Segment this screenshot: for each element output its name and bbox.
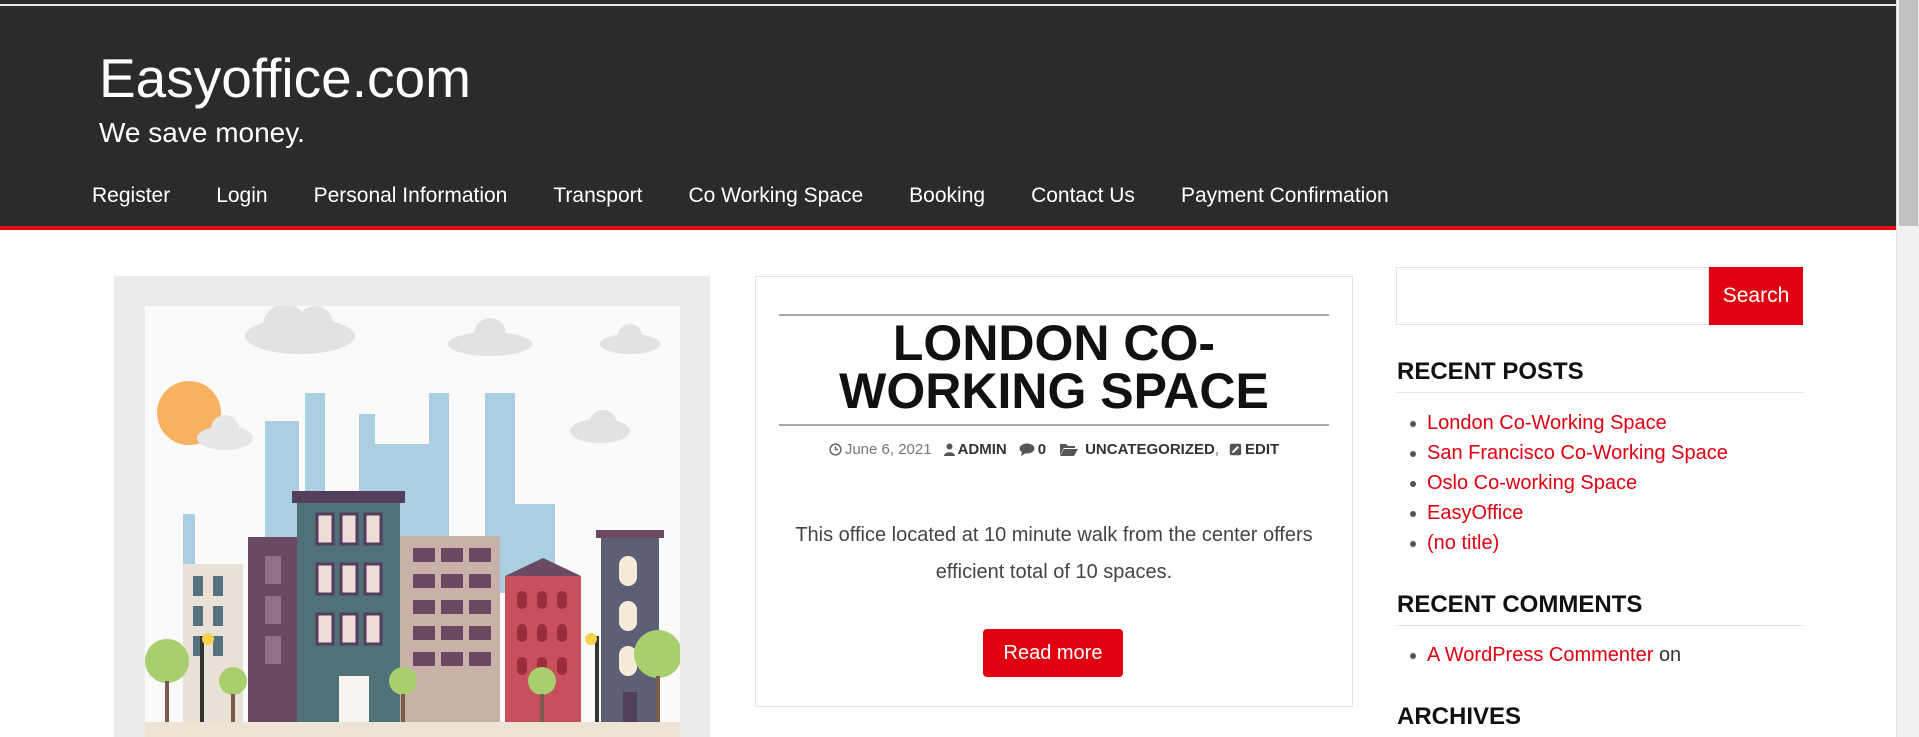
list-item: A WordPress Commenter on <box>1397 640 1803 670</box>
edit-icon <box>1229 443 1242 456</box>
comment-icon <box>1019 443 1035 456</box>
header-top-line <box>0 4 1896 6</box>
user-icon <box>943 443 955 456</box>
post-title[interactable]: LONDON CO-WORKING SPACE <box>779 318 1329 416</box>
read-more-button[interactable]: Read more <box>983 629 1123 677</box>
header-accent-line <box>0 226 1896 230</box>
featured-image-city-illustration[interactable] <box>145 306 680 737</box>
post-meta: June 6, 2021 ADMIN 0 UNCATEGORIZED , EDI… <box>779 441 1329 458</box>
recent-posts-title: RECENT POSTS <box>1397 358 1584 385</box>
post-edit-text: EDIT <box>1245 441 1280 458</box>
post-excerpt: This office located at 10 minute walk fr… <box>795 524 1313 583</box>
post-date[interactable]: June 6, 2021 <box>829 441 932 458</box>
post-edit-link[interactable]: EDIT <box>1229 441 1279 458</box>
page-scrollbar[interactable] <box>1896 0 1919 737</box>
search-input[interactable] <box>1396 267 1709 325</box>
list-item: (no title) <box>1397 528 1803 558</box>
folder-icon <box>1060 444 1079 456</box>
clock-icon <box>829 443 842 456</box>
page: Easyoffice.com We save money. Register L… <box>0 0 1896 737</box>
site-title[interactable]: Easyoffice.com <box>99 46 471 110</box>
nav-item-login[interactable]: Login <box>193 176 290 216</box>
post-category-separator: , <box>1214 441 1219 458</box>
recent-comments-list: A WordPress Commenter on <box>1397 640 1803 670</box>
nav-item-booking[interactable]: Booking <box>886 176 1008 216</box>
archives-title: ARCHIVES <box>1397 703 1522 730</box>
recent-post-link[interactable]: EasyOffice <box>1427 502 1523 524</box>
list-item: EasyOffice <box>1397 498 1803 528</box>
nav-item-transport[interactable]: Transport <box>530 176 665 216</box>
recent-post-link[interactable]: London Co-Working Space <box>1427 412 1667 434</box>
site-tagline: We save money. <box>99 117 305 148</box>
post-title-bottom-rule <box>779 424 1329 426</box>
post-date-text: June 6, 2021 <box>844 441 932 458</box>
post-category-text: UNCATEGORIZED <box>1085 441 1215 458</box>
nav-item-co-working-space[interactable]: Co Working Space <box>665 176 886 216</box>
comment-author-link[interactable]: A WordPress Commenter <box>1427 644 1653 666</box>
main-nav: Register Login Personal Information Tran… <box>68 176 1412 216</box>
recent-post-link[interactable]: San Francisco Co-Working Space <box>1427 442 1728 464</box>
post-category[interactable]: UNCATEGORIZED , <box>1060 441 1219 458</box>
post-author[interactable]: ADMIN <box>943 441 1007 458</box>
city-illustration <box>145 306 680 737</box>
recent-post-link[interactable]: Oslo Co-working Space <box>1427 472 1637 494</box>
post-comments[interactable]: 0 <box>1019 441 1046 458</box>
recent-post-link[interactable]: (no title) <box>1427 532 1499 554</box>
site-header: Easyoffice.com We save money. Register L… <box>0 0 1896 227</box>
list-item: San Francisco Co-Working Space <box>1397 438 1803 468</box>
nav-item-contact-us[interactable]: Contact Us <box>1008 176 1158 216</box>
recent-posts-list: London Co-Working Space San Francisco Co… <box>1397 408 1803 558</box>
search-button[interactable]: Search <box>1709 267 1803 325</box>
list-item: London Co-Working Space <box>1397 408 1803 438</box>
nav-item-payment-confirmation[interactable]: Payment Confirmation <box>1158 176 1412 216</box>
recent-comments-title: RECENT COMMENTS <box>1397 591 1643 618</box>
post-comments-count: 0 <box>1037 441 1047 458</box>
list-item: Oslo Co-working Space <box>1397 468 1803 498</box>
post-author-text: ADMIN <box>957 441 1007 458</box>
scrollbar-thumb[interactable] <box>1899 0 1918 226</box>
recent-comments-rule <box>1397 625 1803 626</box>
nav-item-personal-information[interactable]: Personal Information <box>291 176 531 216</box>
nav-item-register[interactable]: Register <box>68 176 193 216</box>
post-card: LONDON CO-WORKING SPACE June 6, 2021 ADM… <box>755 276 1353 707</box>
recent-posts-rule <box>1397 392 1803 393</box>
comment-on-text: on <box>1658 644 1682 666</box>
